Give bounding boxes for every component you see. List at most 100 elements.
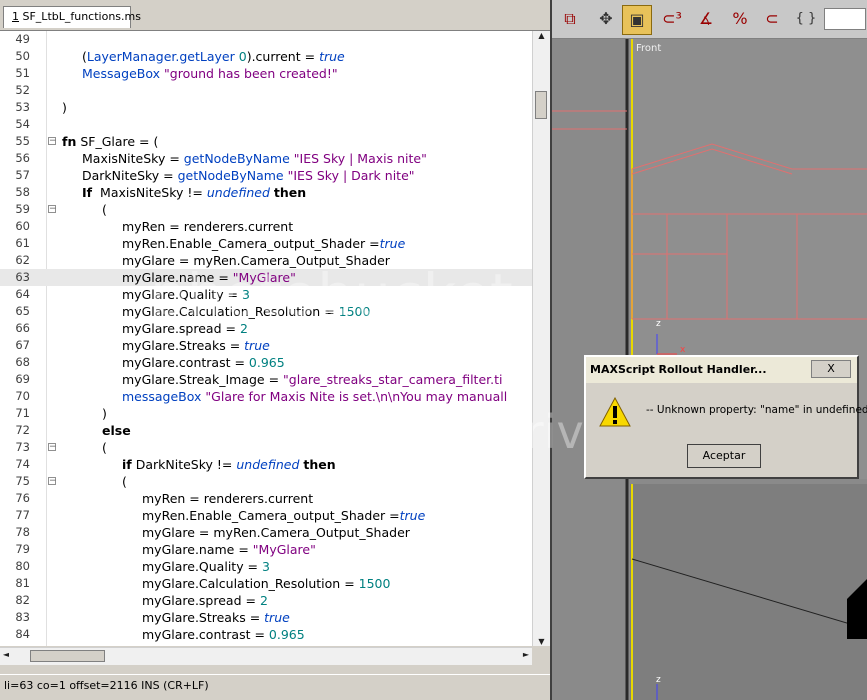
code-line[interactable]: 50 (LayerManager.getLayer 0).current = tr…: [0, 48, 532, 65]
percent-snap-icon[interactable]: %: [726, 5, 754, 33]
line-number: 60: [15, 219, 30, 233]
code-line[interactable]: 82 myGlare.spread = 2: [0, 592, 532, 609]
accept-button[interactable]: Aceptar: [687, 444, 761, 468]
line-number: 77: [15, 508, 30, 522]
code-line[interactable]: 49: [0, 31, 532, 48]
scroll-down-icon[interactable]: ▼: [533, 637, 550, 646]
horizontal-scrollbar[interactable]: ◄ ►: [0, 647, 532, 665]
code-line[interactable]: 61 myRen.Enable_Camera_output_Shader =tru…: [0, 235, 532, 252]
code-line[interactable]: 51 MessageBox "ground has been created!": [0, 65, 532, 82]
code-line[interactable]: 60 myRen = renderers.current: [0, 218, 532, 235]
code-text: myGlare.Streak_Image = "glare_streaks_st…: [122, 372, 503, 387]
line-number: 71: [15, 406, 30, 420]
code-line[interactable]: 70 messageBox "Glare for Maxis Nite is se…: [0, 388, 532, 405]
code-text: myGlare.Streaks = true: [142, 610, 290, 625]
line-number: 65: [15, 304, 30, 318]
abc-icon[interactable]: { }: [792, 5, 820, 33]
code-line[interactable]: 81 myGlare.Calculation_Resolution = 1500: [0, 575, 532, 592]
horizontal-scroll-thumb[interactable]: [30, 650, 105, 662]
code-text: myGlare.Quality = 3: [142, 559, 270, 574]
maxscript-editor-window: 1 SF_LtbL_functions.ms 49 50 (LayerManager…: [0, 0, 552, 700]
code-line[interactable]: 63 myGlare.name = "MyGlare": [0, 269, 532, 286]
code-line[interactable]: 76 myRen = renderers.current: [0, 490, 532, 507]
line-number: 68: [15, 355, 30, 369]
vertical-scrollbar[interactable]: ▲ ▼: [532, 31, 550, 646]
axis-z-label-bottom: z: [656, 675, 661, 685]
tab-file[interactable]: 1 SF_LtbL_functions.ms: [3, 6, 141, 28]
line-number: 53: [15, 100, 30, 114]
code-line[interactable]: 72 else: [0, 422, 532, 439]
code-line[interactable]: 83 myGlare.Streaks = true: [0, 609, 532, 626]
tab-label: SF_LtbL_functions.ms: [22, 10, 141, 23]
select-object-icon[interactable]: ▣: [622, 5, 652, 35]
select-move-icon[interactable]: ✥: [592, 5, 620, 33]
snap-3-icon[interactable]: ⊂³: [658, 5, 686, 33]
close-button[interactable]: X: [811, 360, 851, 378]
viewport-label[interactable]: Front: [636, 43, 661, 54]
line-number: 64: [15, 287, 30, 301]
line-number: 76: [15, 491, 30, 505]
code-text: myGlare.Calculation_Resolution = 1500: [142, 576, 391, 591]
code-line[interactable]: 74 if DarkNiteSky != undefined then: [0, 456, 532, 473]
code-text: myGlare = myRen.Camera_Output_Shader: [122, 253, 390, 268]
line-number: 61: [15, 236, 30, 250]
line-number: 75: [15, 474, 30, 488]
code-line[interactable]: 53): [0, 99, 532, 116]
code-line[interactable]: 78 myGlare = myRen.Camera_Output_Shader: [0, 524, 532, 541]
snap-icon[interactable]: ⧉: [556, 5, 584, 33]
line-number: 50: [15, 49, 30, 63]
code-line[interactable]: 62 myGlare = myRen.Camera_Output_Shader: [0, 252, 532, 269]
fold-toggle-icon[interactable]: −: [48, 137, 57, 146]
code-line[interactable]: 58 If MaxisNiteSky != undefined then: [0, 184, 532, 201]
spinner-snap-icon[interactable]: ⊂: [758, 5, 786, 33]
angle-snap-icon[interactable]: ∡: [692, 5, 720, 33]
code-line[interactable]: 68 myGlare.contrast = 0.965: [0, 354, 532, 371]
code-line[interactable]: 66 myGlare.spread = 2: [0, 320, 532, 337]
code-line[interactable]: 79 myGlare.name = "MyGlare": [0, 541, 532, 558]
code-line[interactable]: 75 − (: [0, 473, 532, 490]
code-text: if DarkNiteSky != undefined then: [122, 457, 336, 472]
code-line[interactable]: 54: [0, 116, 532, 133]
code-line[interactable]: 52: [0, 82, 532, 99]
code-line[interactable]: 84 myGlare.contrast = 0.965: [0, 626, 532, 643]
code-line[interactable]: 57 DarkNiteSky = getNodeByName "IES Sky |…: [0, 167, 532, 184]
line-number: 51: [15, 66, 30, 80]
code-text: myGlare.spread = 2: [122, 321, 248, 336]
line-number: 84: [15, 627, 30, 641]
code-text: messageBox "Glare for Maxis Nite is set.…: [122, 389, 508, 404]
vertical-scroll-thumb[interactable]: [535, 91, 547, 119]
axis-x-label: x: [680, 345, 686, 355]
fold-toggle-icon[interactable]: −: [48, 477, 57, 486]
code-line[interactable]: 67 myGlare.Streaks = true: [0, 337, 532, 354]
code-text: myGlare.contrast = 0.965: [122, 355, 285, 370]
named-selection-field[interactable]: [824, 8, 866, 30]
line-number: 49: [15, 32, 30, 46]
line-number: 82: [15, 593, 30, 607]
code-line[interactable]: 59 − (: [0, 201, 532, 218]
scroll-right-icon[interactable]: ►: [520, 650, 532, 659]
fold-toggle-icon[interactable]: −: [48, 205, 57, 214]
fold-toggle-icon[interactable]: −: [48, 443, 57, 452]
code-line[interactable]: 77 myRen.Enable_Camera_output_Shader =tru…: [0, 507, 532, 524]
line-number: 63: [15, 270, 30, 284]
line-number: 69: [15, 372, 30, 386]
line-number: 54: [15, 117, 30, 131]
code-area[interactable]: 49 50 (LayerManager.getLayer 0).current = …: [0, 31, 532, 646]
line-number: 58: [15, 185, 30, 199]
max-main-toolbar: ⧉ ✥ ▣ ⊂³ ∡ % ⊂ { }: [552, 0, 867, 39]
line-number: 70: [15, 389, 30, 403]
code-line[interactable]: 71): [0, 405, 532, 422]
tab-index: 1: [12, 10, 19, 23]
code-line[interactable]: 73 − (: [0, 439, 532, 456]
scroll-left-icon[interactable]: ◄: [0, 650, 12, 659]
code-line[interactable]: 65 myGlare.Calculation_Resolution = 1500: [0, 303, 532, 320]
code-line[interactable]: 80 myGlare.Quality = 3: [0, 558, 532, 575]
code-text: myGlare.spread = 2: [142, 593, 268, 608]
code-line[interactable]: 69 myGlare.Streak_Image = "glare_streaks_…: [0, 371, 532, 388]
line-number: 59: [15, 202, 30, 216]
line-number: 52: [15, 83, 30, 97]
code-line[interactable]: 64 myGlare.Quality = 3: [0, 286, 532, 303]
code-line[interactable]: 55 − fn SF_Glare = (: [0, 133, 532, 150]
code-line[interactable]: 56 MaxisNiteSky = getNodeByName "IES Sky …: [0, 150, 532, 167]
scroll-up-icon[interactable]: ▲: [533, 31, 550, 40]
